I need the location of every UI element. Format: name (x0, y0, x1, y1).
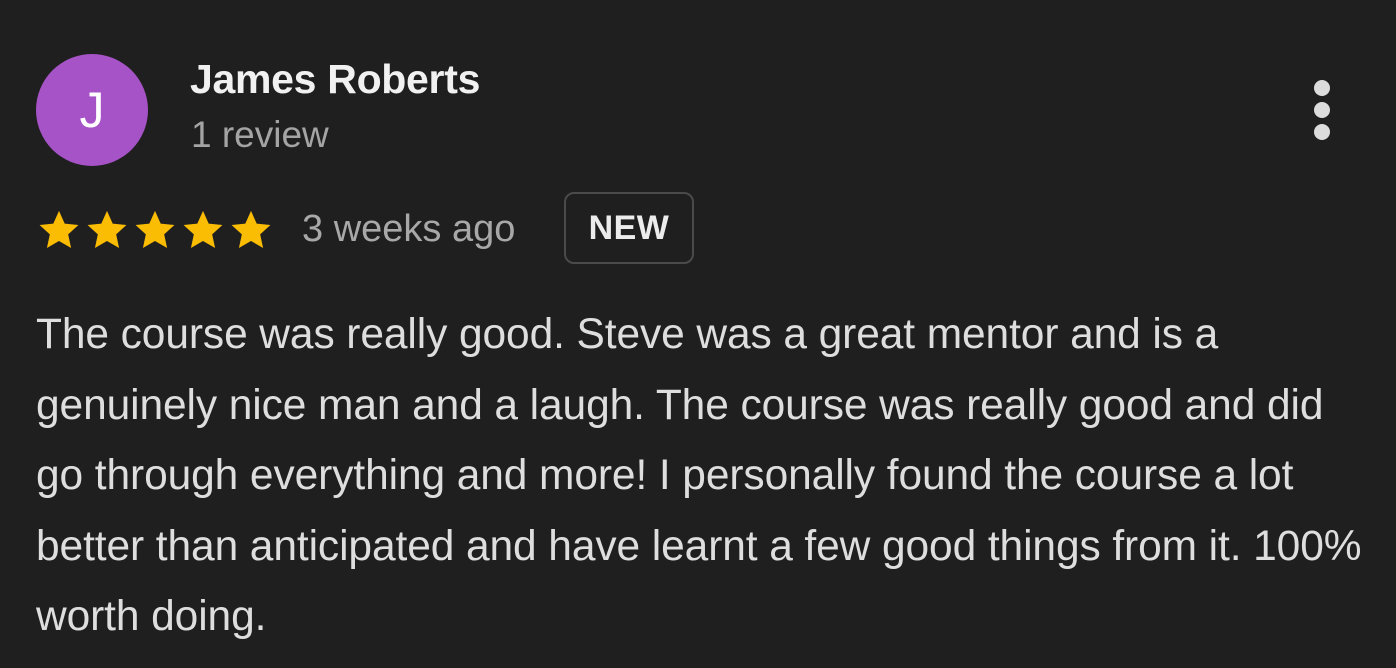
review-text: The course was really good. Steve was a … (36, 311, 1362, 640)
review-card: J James Roberts 1 review 3 weeks ago NEW… (0, 0, 1396, 668)
star-icon (87, 210, 127, 248)
new-badge: NEW (564, 192, 694, 264)
star-icon (135, 210, 175, 248)
reviewer-name[interactable]: James Roberts (190, 56, 480, 103)
avatar[interactable]: J (36, 54, 148, 166)
star-icon (39, 210, 79, 248)
rating-row: 3 weeks ago NEW (36, 192, 836, 270)
review-date: 3 weeks ago (302, 208, 516, 250)
review-count: 1 review (191, 114, 329, 155)
more-options-button[interactable] (1300, 72, 1344, 148)
star-icon (231, 210, 271, 248)
star-rating (36, 208, 274, 252)
star-icon (183, 210, 223, 248)
